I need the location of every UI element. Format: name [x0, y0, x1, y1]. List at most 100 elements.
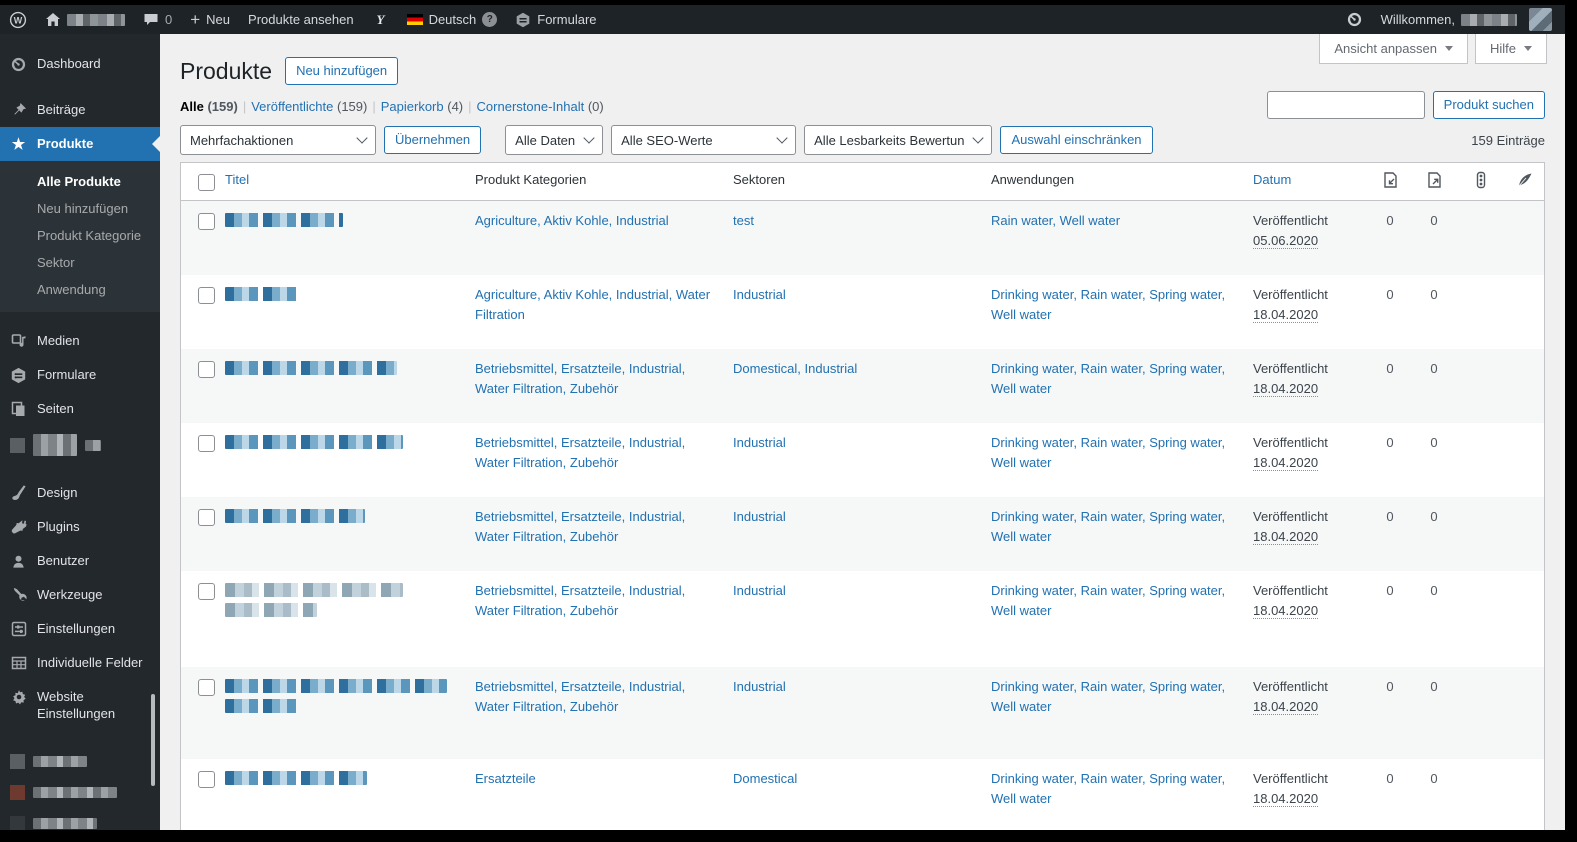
- sidebar-item-plugins[interactable]: Plugins: [0, 510, 160, 544]
- sidebar-item-redacted[interactable]: [0, 426, 160, 464]
- product-categories-links[interactable]: Betriebsmittel, Ersatzteile, Industrial,…: [467, 571, 725, 631]
- product-title-redacted[interactable]: [217, 201, 467, 243]
- product-title-redacted[interactable]: [217, 759, 467, 801]
- view-published-link[interactable]: Veröffentlichte (159): [251, 99, 367, 114]
- row-checkbox[interactable]: [198, 213, 215, 230]
- readability-score-cell: [1506, 349, 1544, 369]
- product-sectors-links[interactable]: Industrial: [725, 275, 983, 315]
- product-sectors-links[interactable]: Industrial: [725, 497, 983, 537]
- product-applications-links[interactable]: Drinking water, Rain water, Spring water…: [983, 423, 1245, 483]
- product-title-redacted[interactable]: [217, 423, 467, 465]
- product-applications-links[interactable]: Rain water, Well water: [983, 201, 1245, 241]
- chevron-down-icon: [583, 132, 595, 144]
- product-categories-links[interactable]: Betriebsmittel, Ersatzteile, Industrial,…: [467, 497, 725, 557]
- sidebar-item-produkte[interactable]: ★ Produkte: [0, 127, 160, 161]
- column-header-titel[interactable]: Titel: [217, 163, 467, 196]
- product-categories-links[interactable]: Agriculture, Aktiv Kohle, Industrial, Wa…: [467, 275, 725, 335]
- apply-button[interactable]: Übernehmen: [384, 126, 482, 154]
- sidebar-item-einstellungen[interactable]: Einstellungen: [0, 612, 160, 646]
- product-applications-links[interactable]: Drinking water, Rain water, Spring water…: [983, 497, 1245, 557]
- product-sectors-links[interactable]: Industrial: [725, 423, 983, 463]
- incoming-links-count: 0: [1386, 583, 1394, 598]
- submenu-neu-hinzufuegen[interactable]: Neu hinzufügen: [0, 195, 160, 222]
- screen-options-tab[interactable]: Ansicht anpassen: [1319, 34, 1468, 64]
- product-categories-links[interactable]: Agriculture, Aktiv Kohle, Industrial: [467, 201, 725, 241]
- sidebar-item-werkzeuge[interactable]: Werkzeuge: [0, 578, 160, 612]
- row-checkbox[interactable]: [198, 771, 215, 788]
- sidebar-item-individuelle-felder[interactable]: Individuelle Felder: [0, 646, 160, 680]
- add-new-button[interactable]: Neu hinzufügen: [285, 57, 399, 85]
- search-button[interactable]: Produkt suchen: [1432, 91, 1545, 119]
- sidebar-item-website-einstellungen[interactable]: Website Einstellungen: [0, 680, 160, 730]
- table-row: Betriebsmittel, Ersatzteile, Industrial,…: [181, 497, 1544, 571]
- product-title-redacted[interactable]: [217, 349, 467, 391]
- sidebar-item-redacted[interactable]: [0, 746, 160, 777]
- product-categories-links[interactable]: Betriebsmittel, Ersatzteile, Industrial,…: [467, 349, 725, 409]
- sidebar-item-beitraege[interactable]: Beiträge: [0, 93, 160, 127]
- sidebar-item-design[interactable]: Design: [0, 476, 160, 510]
- sidebar-item-dashboard[interactable]: Dashboard: [0, 47, 160, 81]
- row-checkbox[interactable]: [198, 435, 215, 452]
- product-title-redacted[interactable]: [217, 275, 467, 317]
- date-filter-select[interactable]: Alle Daten: [505, 125, 604, 155]
- row-checkbox[interactable]: [198, 509, 215, 526]
- submenu-anwendung[interactable]: Anwendung: [0, 276, 160, 303]
- row-checkbox[interactable]: [198, 583, 215, 600]
- view-cornerstone-link[interactable]: Cornerstone-Inhalt (0): [477, 99, 604, 114]
- plus-icon: +: [190, 9, 201, 29]
- seo-filter-select[interactable]: Alle SEO-Werte: [611, 125, 797, 155]
- product-applications-links[interactable]: Drinking water, Rain water, Spring water…: [983, 349, 1245, 409]
- product-sectors-links[interactable]: Domestical, Industrial: [725, 349, 983, 389]
- wordpress-logo-icon[interactable]: W: [0, 5, 36, 34]
- sidebar-item-formulare[interactable]: Formulare: [0, 358, 160, 392]
- product-applications-links[interactable]: Drinking water, Rain water, Spring water…: [983, 571, 1245, 631]
- search-input[interactable]: [1266, 91, 1425, 119]
- sidebar-scrollbar[interactable]: [151, 694, 155, 786]
- new-content-menu-item[interactable]: + Neu: [181, 5, 239, 34]
- sidebar-item-redacted[interactable]: [0, 808, 160, 830]
- product-categories-links[interactable]: Betriebsmittel, Ersatzteile, Industrial,…: [467, 667, 725, 727]
- sidebar-item-redacted[interactable]: [0, 777, 160, 808]
- product-applications-links[interactable]: Drinking water, Rain water, Spring water…: [983, 667, 1245, 727]
- product-applications-links[interactable]: Drinking water, Rain water, Spring water…: [983, 759, 1245, 819]
- row-checkbox[interactable]: [198, 287, 215, 304]
- limit-selection-button[interactable]: Auswahl einschränken: [1000, 126, 1153, 154]
- sidebar-item-medien[interactable]: Medien: [0, 324, 160, 358]
- select-all-checkbox[interactable]: [198, 174, 215, 191]
- product-categories-links[interactable]: Ersatzteile: [467, 759, 725, 799]
- language-menu-item[interactable]: Deutsch ?: [398, 5, 507, 34]
- readability-filter-select[interactable]: Alle Lesbarkeits Bewertun: [804, 125, 993, 155]
- product-title-redacted[interactable]: [217, 497, 467, 539]
- account-menu-item[interactable]: Willkommen,: [1372, 5, 1561, 34]
- column-header-datum[interactable]: Datum: [1245, 163, 1368, 196]
- site-menu-item[interactable]: [36, 5, 134, 34]
- yoast-seo-icon[interactable]: Y: [363, 5, 398, 34]
- submenu-alle-produkte[interactable]: Alle Produkte: [0, 168, 160, 195]
- view-trash-link[interactable]: Papierkorb (4): [381, 99, 463, 114]
- sidebar-item-seiten[interactable]: Seiten: [0, 392, 160, 426]
- forms-menu-item[interactable]: Formulare: [506, 5, 605, 34]
- plug-icon: [9, 518, 28, 536]
- product-sectors-links[interactable]: test: [725, 201, 983, 241]
- help-tab[interactable]: Hilfe: [1474, 34, 1547, 64]
- product-sectors-links[interactable]: Domestical: [725, 759, 983, 799]
- bulk-actions-select[interactable]: Mehrfachaktionen: [180, 125, 376, 155]
- row-checkbox[interactable]: [198, 679, 215, 696]
- submenu-sektor[interactable]: Sektor: [0, 249, 160, 276]
- pin-icon: [9, 101, 28, 119]
- view-all-link[interactable]: Alle (159): [180, 99, 238, 114]
- product-categories-links[interactable]: Betriebsmittel, Ersatzteile, Industrial,…: [467, 423, 725, 483]
- product-sectors-links[interactable]: Industrial: [725, 667, 983, 707]
- comment-bubble-icon: [144, 14, 158, 25]
- pages-icon: [9, 400, 28, 418]
- product-sectors-links[interactable]: Industrial: [725, 571, 983, 611]
- product-title-redacted[interactable]: [217, 571, 467, 633]
- submenu-produkt-kategorie[interactable]: Produkt Kategorie: [0, 222, 160, 249]
- sidebar-item-benutzer[interactable]: Benutzer: [0, 544, 160, 578]
- product-title-redacted[interactable]: [217, 667, 467, 729]
- view-products-menu-item[interactable]: Produkte ansehen: [239, 5, 363, 34]
- comments-menu-item[interactable]: 0: [134, 5, 181, 34]
- product-applications-links[interactable]: Drinking water, Rain water, Spring water…: [983, 275, 1245, 335]
- seo-gauge-icon[interactable]: [1337, 5, 1372, 34]
- row-checkbox[interactable]: [198, 361, 215, 378]
